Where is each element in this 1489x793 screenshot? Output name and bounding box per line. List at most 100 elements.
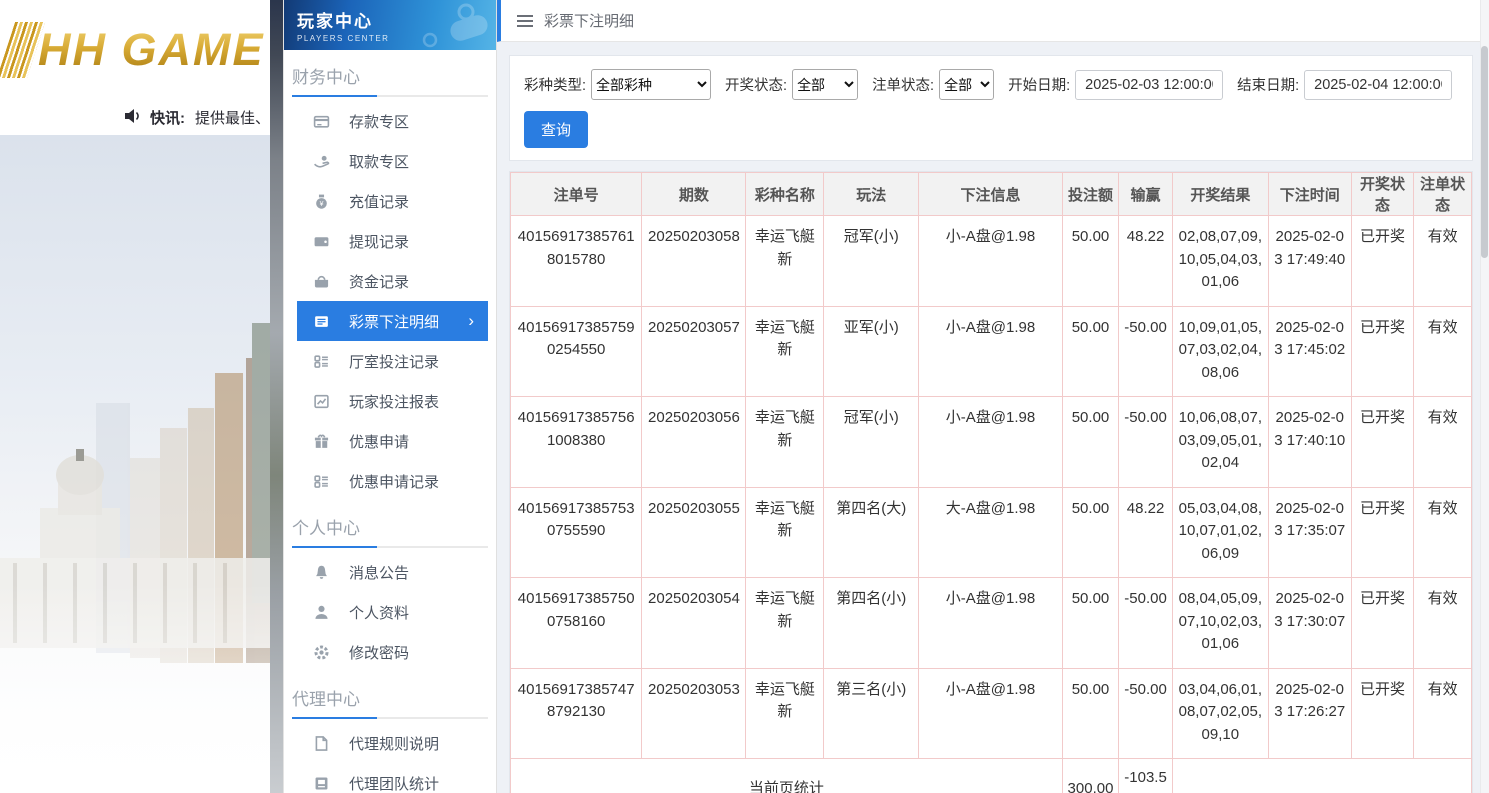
summary-bet-total: 300.00 [1061,758,1120,793]
funds-purse-icon [313,273,330,290]
ticker-label: 快讯: [149,110,185,127]
end-date-input[interactable] [1304,69,1453,100]
cell-order-status: 有效 [1413,667,1472,759]
cell-draw-status: 已开奖 [1350,215,1415,307]
sidebar-item-label: 代理团队统计 [349,775,440,793]
table-row: 401569173857618015780 20250203058 幸运飞艇新 冠军(… [509,215,1472,307]
cell-lottery-name: 幸运飞艇新 [745,667,825,759]
cell-draw-status: 已开奖 [1350,305,1415,397]
room-list-icon [313,353,330,370]
cell-play-type: 第四名(小) [823,577,920,669]
cell-bet-id: 401569173857618015780 [509,215,643,307]
recharge-moneybag-icon: ¥ [313,193,330,210]
bell-icon [313,564,330,581]
logo-bar: HH GAME [0,0,270,100]
cell-draw-status: 已开奖 [1350,486,1415,578]
sidebar-item[interactable]: 优惠申请 [297,421,488,461]
cell-win-loss: 48.22 [1118,486,1173,578]
sidebar-item[interactable]: 彩票下注明细 › [297,301,488,341]
end-date-label: 结束日期: [1237,78,1300,94]
col-win-loss: 输赢 [1118,172,1173,216]
cell-bet-info: 小-A盘@1.98 [918,396,1063,488]
table-row: 401569173857478792130 20250203053 幸运飞艇新 第三名… [509,667,1472,759]
cell-period: 20250203053 [641,667,747,759]
deposit-card-icon [313,113,330,130]
lottery-list-icon [313,313,330,330]
col-period: 期数 [641,172,747,216]
sidebar-item[interactable]: 代理团队统计 [297,763,488,793]
sidebar-item[interactable]: 修改密码 [297,632,488,672]
summary-empty [1171,758,1473,793]
book-icon [313,775,330,792]
sidebar-item-label: 代理规则说明 [349,735,440,753]
cell-draw-result: 10,06,08,07,03,09,05,01,02,04 [1171,396,1269,488]
sidebar-item-label: 玩家投注报表 [349,393,440,411]
cell-bet-id: 401569173857530755590 [509,486,643,578]
chevron-right-icon: › [468,311,474,330]
sidebar-item-label: 提现记录 [349,233,410,251]
cell-draw-result: 10,09,01,05,07,03,02,04,08,06 [1171,305,1269,397]
sidebar-menu: 财务中心 存款专区 取款专区 ¥ 充值记录 提现记录 资金记录 彩票下注明细 › 厅室投注记录 玩家… [284,50,496,793]
table-row: 401569173857530755590 20250203055 幸运飞艇新 第四名… [509,486,1472,578]
sidebar-item-label: 厅室投注记录 [349,353,440,371]
summary-win-loss: -103.57 [1118,758,1173,793]
news-ticker: 快讯: 提供最佳、 [0,100,270,135]
cell-draw-result: 08,04,05,09,07,10,02,03,01,06 [1171,577,1269,669]
sidebar-item[interactable]: 存款专区 [297,101,488,141]
main-topbar: 彩票下注明细 [497,0,1489,42]
sidebar-item-label: 优惠申请记录 [349,473,440,491]
cell-order-status: 有效 [1413,305,1472,397]
sidebar-item-label: 个人资料 [349,604,410,622]
cell-play-type: 亚军(小) [823,305,920,397]
cell-bet-info: 小-A盘@1.98 [918,577,1063,669]
sidebar-item-label: 消息公告 [349,564,410,582]
sidebar-item[interactable]: ¥ 充值记录 [297,181,488,221]
sidebar-item[interactable]: 消息公告 [297,552,488,592]
cell-bet-time: 2025-02-03 17:40:10 [1267,396,1352,488]
cell-bet-time: 2025-02-03 17:49:40 [1267,215,1352,307]
cell-bet-amount: 50.00 [1061,667,1120,759]
query-button[interactable]: 查询 [524,111,589,148]
cell-win-loss: -50.00 [1118,577,1173,669]
lottery-type-select[interactable]: 全部彩种 [591,69,712,100]
section-divider [292,546,488,548]
cell-win-loss: -50.00 [1118,305,1173,397]
sidebar-item-label: 修改密码 [349,644,410,662]
sidebar: 玩家中心 PLAYERS CENTER 财务中心 存款专区 取款专区 ¥ 充值记录 提现记… [283,0,497,793]
sidebar-item[interactable]: 资金记录 [297,261,488,301]
sidebar-item[interactable]: 厅室投注记录 [297,341,488,381]
svg-text:¥: ¥ [320,200,324,207]
col-play-type: 玩法 [823,172,920,216]
cell-bet-time: 2025-02-03 17:45:02 [1267,305,1352,397]
col-draw-result: 开奖结果 [1171,172,1269,216]
sidebar-item[interactable]: 提现记录 [297,221,488,261]
start-date-input[interactable] [1075,69,1224,100]
hamburger-menu-icon[interactable] [517,14,533,27]
window-scrollbar-thumb[interactable] [1481,46,1488,258]
brand-region: HH GAME 快讯: 提供最佳、 [0,0,270,793]
document-icon [313,735,330,752]
sidebar-item[interactable]: 代理规则说明 [297,723,488,763]
sidebar-item[interactable]: 个人资料 [297,592,488,632]
cell-bet-amount: 50.00 [1061,215,1120,307]
cell-bet-info: 小-A盘@1.98 [918,305,1063,397]
cell-play-type: 冠军(小) [823,215,920,307]
cell-bet-amount: 50.00 [1061,577,1120,669]
sidebar-item[interactable]: 取款专区 [297,141,488,181]
col-bet-id: 注单号 [509,172,643,216]
draw-status-select[interactable]: 全部 [792,69,859,100]
gamepad-decoration-icon [422,3,488,48]
promo-gift-icon [313,433,330,450]
background-edge-strip [270,0,283,793]
sidebar-item[interactable]: 玩家投注报表 [297,381,488,421]
cell-bet-id: 401569173857590254550 [509,305,643,397]
cell-play-type: 第四名(大) [823,486,920,578]
main-content: 彩票下注明细 彩种类型: 全部彩种 开奖状态: 全部 注单状态: 全部 开始日期… [497,0,1489,793]
order-status-select[interactable]: 全部 [939,69,995,100]
col-order-status: 注单状态 [1413,172,1472,216]
sidebar-item[interactable]: 优惠申请记录 [297,461,488,501]
cell-period: 20250203055 [641,486,747,578]
col-bet-time: 下注时间 [1267,172,1352,216]
draw-status-label: 开奖状态: [725,78,788,94]
cell-period: 20250203056 [641,396,747,488]
